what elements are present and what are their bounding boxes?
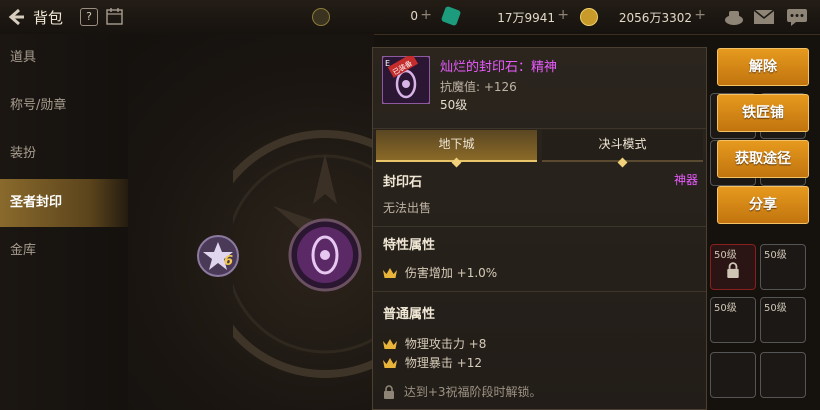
- box-icon[interactable]: [723, 7, 745, 27]
- tooltip-header: 已装备 E 灿烂的封印石：精神 抗魔值: +126 50级: [373, 48, 706, 129]
- mode-tabs: 地下城 决斗模式: [376, 130, 703, 168]
- nav-item-holy-seal[interactable]: 圣者封印: [0, 179, 128, 227]
- crown-icon: [383, 358, 397, 368]
- item-type: 封印石: [383, 175, 423, 190]
- unlock-note-row: 达到+3祝福阶段时解锁。: [383, 383, 542, 400]
- normal-attr-row: 物理攻击力 +8: [383, 335, 486, 352]
- inventory-slot[interactable]: [760, 352, 806, 398]
- inventory-slot[interactable]: [710, 352, 756, 398]
- normal-attr-title: 普通属性: [383, 307, 436, 322]
- currency-gem-add-button[interactable]: +: [557, 7, 569, 23]
- item-name: 灿烂的封印石：精神: [440, 60, 558, 75]
- tab-dungeon-diamond-icon: [451, 157, 462, 168]
- lock-icon: [727, 262, 739, 278]
- special-attr-text: 伤害增加 +1.0%: [404, 266, 498, 280]
- trade-note: 无法出售: [383, 201, 432, 215]
- slot-level: 50级: [764, 303, 787, 314]
- inventory-slot[interactable]: 50级: [710, 244, 756, 290]
- item-rarity: 神器: [673, 173, 698, 187]
- blacksmith-button[interactable]: 铁匠铺: [717, 94, 809, 132]
- star-seal-count-badge: 6: [224, 254, 234, 269]
- tab-dungeon-label: 地下城: [438, 137, 475, 151]
- side-nav: 道具 称号/勋章 装扮 圣者封印 金库: [0, 34, 128, 410]
- help-icon[interactable]: ?: [80, 8, 98, 26]
- equipped-seal-slot[interactable]: [288, 218, 362, 292]
- inventory-slot[interactable]: 50级: [760, 297, 806, 343]
- lock-icon: [384, 385, 394, 399]
- equipped-corner-mark: E: [385, 59, 390, 68]
- slot-level: 50级: [764, 250, 787, 261]
- currency-c: 0 +: [312, 7, 432, 26]
- currency-gold-value: 2056万3302: [618, 11, 692, 25]
- top-bar: 背包 ? 0 + 17万9941 + 2056万3302 +: [0, 0, 820, 35]
- inventory-slot[interactable]: 50级: [760, 244, 806, 290]
- nav-item-avatar[interactable]: 装扮: [0, 130, 128, 178]
- nav-item-titles-medals[interactable]: 称号/勋章: [0, 82, 128, 130]
- seal-stone-icon: 已装备 E: [382, 56, 430, 104]
- crown-icon: [383, 339, 397, 349]
- coin-c-icon: [312, 8, 330, 26]
- item-tooltip: 已装备 E 灿烂的封印石：精神 抗魔值: +126 50级 地下城 决斗模式 封…: [372, 47, 707, 410]
- chat-icon[interactable]: [786, 7, 808, 27]
- back-arrow-icon[interactable]: [6, 7, 26, 27]
- share-button[interactable]: 分享: [717, 186, 809, 224]
- page-title: 背包: [33, 9, 64, 27]
- currency-c-value: 0: [410, 9, 418, 23]
- gold-coin-icon: [580, 8, 598, 26]
- normal-attr-text: 物理暴击 +12: [404, 356, 482, 370]
- calendar-icon[interactable]: [106, 7, 123, 25]
- nav-item-vault[interactable]: 金库: [0, 227, 128, 275]
- divider: [373, 291, 706, 292]
- normal-attr-row: 物理暴击 +12: [383, 354, 482, 371]
- currency-c-add-button[interactable]: +: [420, 7, 432, 23]
- item-magic-resist: 抗魔值: +126: [440, 80, 517, 94]
- unequip-button[interactable]: 解除: [717, 48, 809, 86]
- nav-item-items[interactable]: 道具: [0, 34, 128, 82]
- currency-gem-value: 17万9941: [497, 11, 555, 25]
- green-gem-icon: [440, 5, 462, 27]
- tab-pvp-diamond-icon: [617, 157, 628, 168]
- unlock-note-text: 达到+3祝福阶段时解锁。: [403, 385, 542, 399]
- special-attr-row: 伤害增加 +1.0%: [383, 264, 497, 281]
- divider: [373, 226, 706, 227]
- obtain-route-button[interactable]: 获取途径: [717, 140, 809, 178]
- normal-attr-text: 物理攻击力 +8: [404, 337, 487, 351]
- star-seal-slot[interactable]: [196, 234, 240, 278]
- tab-pvp-label: 决斗模式: [598, 137, 647, 151]
- crown-icon: [383, 268, 397, 278]
- currency-gold-add-button[interactable]: +: [694, 7, 706, 23]
- tab-dungeon[interactable]: 地下城: [376, 130, 537, 168]
- currency-gold: 2056万3302 +: [580, 7, 706, 26]
- slot-level: 50级: [714, 250, 737, 261]
- item-level: 50级: [440, 98, 468, 112]
- mail-icon[interactable]: [753, 7, 775, 27]
- currency-gem: 17万9941 +: [440, 5, 569, 27]
- inventory-slot[interactable]: 50级: [710, 297, 756, 343]
- seal-scene: 6: [128, 34, 374, 410]
- special-attr-title: 特性属性: [383, 238, 436, 253]
- tab-pvp[interactable]: 决斗模式: [542, 130, 703, 168]
- slot-level: 50级: [714, 303, 737, 314]
